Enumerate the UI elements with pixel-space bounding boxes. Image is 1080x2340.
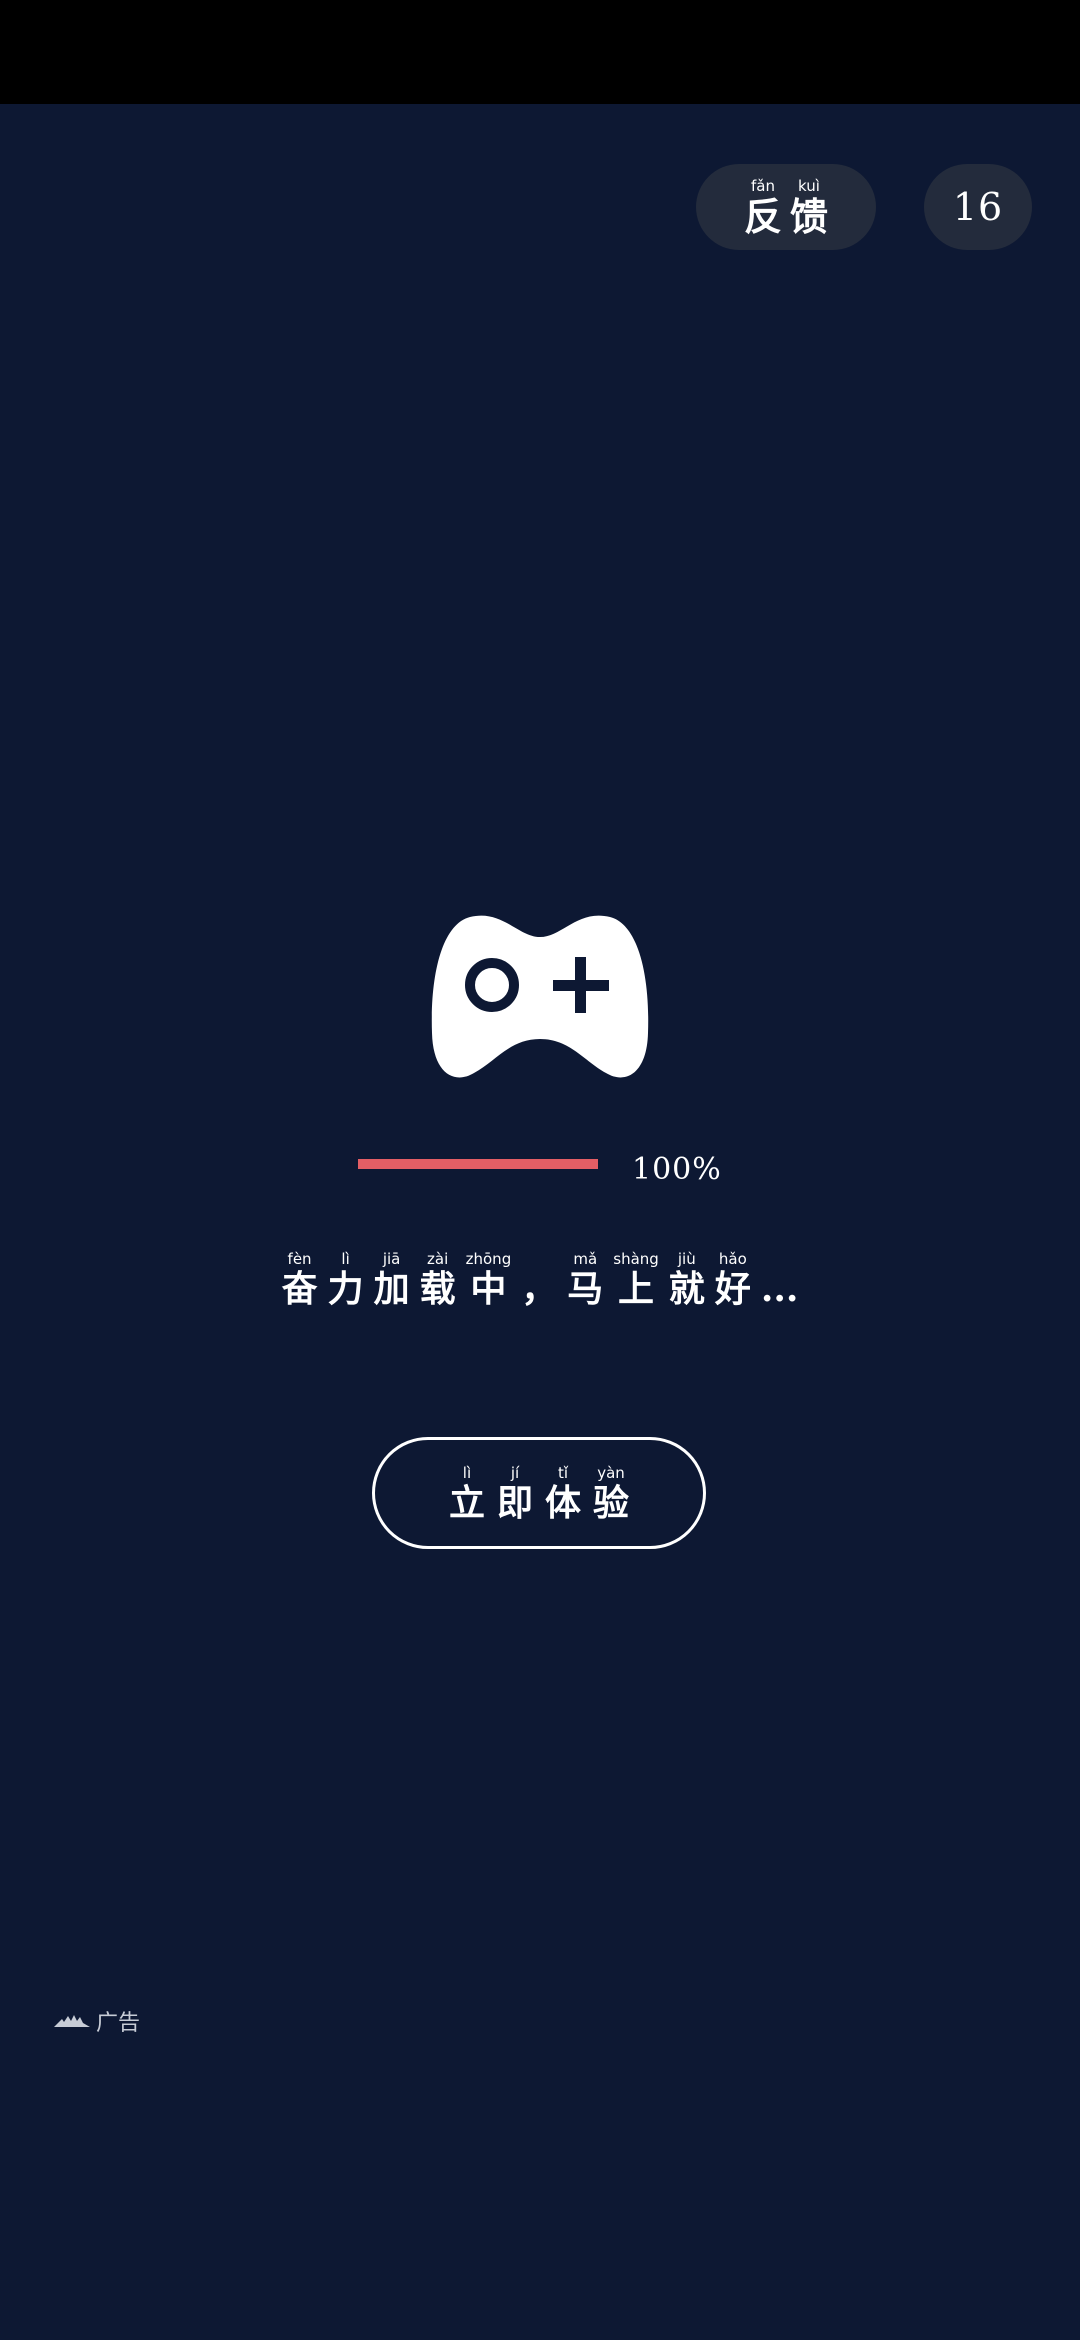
ad-logo-icon [54,2015,90,2027]
ruby-char: fèn 奋 [281,1250,318,1310]
ruby-char: jiā 加 [373,1250,410,1310]
hanzi: 马 [567,1268,604,1310]
ruby-char: a... [761,1252,799,1307]
progress-percent: 100% [632,1152,722,1187]
feedback-button[interactable]: fǎn 反 kuì 馈 [696,164,876,250]
pinyin: shàng [613,1250,659,1268]
ruby-char: zhōng 中 [465,1250,512,1310]
pinyin: tǐ [557,1463,569,1482]
status-bar [0,0,1080,104]
hanzi: 上 [618,1268,655,1310]
ruby-char: jiù 就 [668,1250,705,1310]
hanzi: 就 [668,1268,705,1310]
hanzi: ... [760,1268,799,1310]
ruby-char: lì 力 [327,1250,364,1310]
pinyin: zhōng [465,1250,512,1268]
loading-message: fèn奋lì力jiā加zài载zhōng中a，mǎ马shàng上jiù就hǎo好… [0,1250,1080,1310]
hanzi: 立 [448,1481,485,1524]
ruby-char: yàn 验 [593,1463,630,1524]
start-now-label: lì 立 jí 即 tǐ 体 yàn 验 [443,1463,635,1524]
hanzi: 加 [373,1268,410,1310]
ad-label: 广告 [52,2005,140,2037]
ruby-char: tǐ 体 [545,1463,582,1524]
hanzi: 体 [545,1481,582,1524]
hanzi: 中 [470,1268,507,1310]
pinyin: kuì [798,176,820,195]
hanzi: 好 [714,1268,751,1310]
hanzi: 奋 [281,1268,318,1310]
pinyin: lì [462,1463,472,1482]
ruby-char: lì 立 [448,1463,485,1524]
countdown-skip-button[interactable]: 16 [924,164,1032,250]
pinyin: hǎo [718,1250,747,1268]
pinyin: jiù [677,1250,696,1268]
ad-text: 广告 [96,2011,141,2036]
pinyin: jiā [382,1250,401,1268]
pinyin: fǎn [751,176,775,195]
pinyin: jí [510,1463,520,1482]
hanzi: 载 [419,1268,456,1310]
hanzi: 反 [743,193,782,239]
start-now-button[interactable]: lì 立 jí 即 tǐ 体 yàn 验 [372,1437,706,1549]
pinyin: yàn [597,1463,625,1482]
ruby-char: hǎo 好 [714,1250,751,1310]
pinyin: mǎ [573,1250,598,1268]
hanzi: 验 [593,1481,630,1524]
ruby-char: kuì 馈 [790,176,829,239]
countdown-value: 16 [952,185,1004,229]
progress-fill [358,1159,598,1169]
progress-bar [358,1159,598,1169]
ruby-char: mǎ 马 [567,1250,604,1310]
game-controller-icon [430,915,650,1085]
hanzi: 馈 [790,193,829,239]
ruby-char: jí 即 [496,1463,533,1524]
pinyin: fèn [287,1250,312,1268]
ruby-char: shàng 上 [613,1250,659,1310]
feedback-label: fǎn 反 kuì 馈 [740,176,832,239]
pinyin: lì [341,1250,350,1268]
hanzi: 力 [327,1268,364,1310]
hanzi: 即 [496,1481,533,1524]
pinyin: zài [427,1250,449,1268]
hanzi: ， [521,1268,558,1310]
ruby-char: fǎn 反 [743,176,782,239]
ruby-char: a， [521,1252,557,1307]
ruby-char: zài 载 [419,1250,456,1310]
